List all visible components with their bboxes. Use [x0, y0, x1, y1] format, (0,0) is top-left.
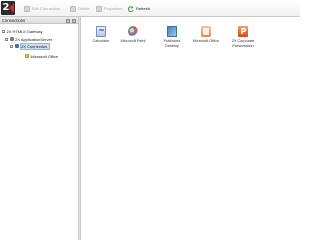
properties-icon	[96, 5, 102, 12]
tree-item-gateway[interactable]: − 2X HTML5 Gateway	[2, 28, 43, 34]
applications-view: Calculator Microsoft Paint Published Des…	[82, 18, 300, 240]
close-panel-icon[interactable]	[72, 18, 76, 23]
tree-label-selected: 2X Connection	[20, 42, 51, 50]
powerpoint-icon	[238, 26, 248, 37]
connections-panel-title: Connections	[2, 18, 26, 23]
toolbar: 2X 2 Edit Connection Delete Properties R…	[0, 0, 300, 17]
tree-item-microsoft-office[interactable]: Microsoft Office	[25, 53, 58, 59]
tree-label: 2X HTML5 Gateway	[6, 28, 43, 34]
server-icon	[9, 37, 14, 41]
edit-connection-button[interactable]: Edit Connection	[24, 4, 60, 13]
tree-item-connection[interactable]: − 2X Connection	[10, 42, 51, 50]
tree-item-application-server[interactable]: − 2X ApplicationServer	[5, 36, 52, 42]
properties-button[interactable]: Properties	[96, 4, 122, 13]
app-calculator[interactable]: Calculator	[86, 26, 116, 44]
paint-icon	[128, 26, 138, 37]
pin-icon[interactable]	[66, 18, 70, 23]
connections-panel-header: Connections	[0, 17, 78, 24]
refresh-icon	[128, 5, 134, 12]
collapse-icon[interactable]: −	[5, 37, 8, 41]
delete-button[interactable]: Delete	[70, 4, 90, 13]
calculator-icon	[96, 26, 106, 37]
connections-panel: Connections − 2X HTML5 Gateway − 2X Appl…	[0, 17, 79, 240]
tree-label: Microsoft Office	[30, 53, 59, 59]
office-icon	[201, 26, 211, 37]
delete-icon	[70, 5, 76, 12]
app-microsoft-paint[interactable]: Microsoft Paint	[118, 26, 148, 44]
app-microsoft-office[interactable]: Microsoft Office	[191, 26, 221, 44]
collapse-icon[interactable]: −	[2, 29, 5, 33]
app-2x-corporate-presentation[interactable]: 2X Corporate Presentation	[228, 26, 258, 48]
2x-logo-icon: 2X 2	[1, 1, 15, 15]
refresh-button[interactable]: Refresh	[128, 4, 150, 13]
collapse-icon[interactable]: −	[10, 44, 13, 48]
connection-icon	[14, 44, 19, 48]
edit-connection-icon	[24, 5, 30, 12]
tree-label: 2X ApplicationServer	[15, 36, 53, 42]
panel-splitter[interactable]	[79, 17, 81, 240]
desktop-icon	[167, 26, 177, 37]
app-published-desktop[interactable]: Published Desktop	[157, 26, 187, 48]
folder-icon	[25, 54, 29, 58]
